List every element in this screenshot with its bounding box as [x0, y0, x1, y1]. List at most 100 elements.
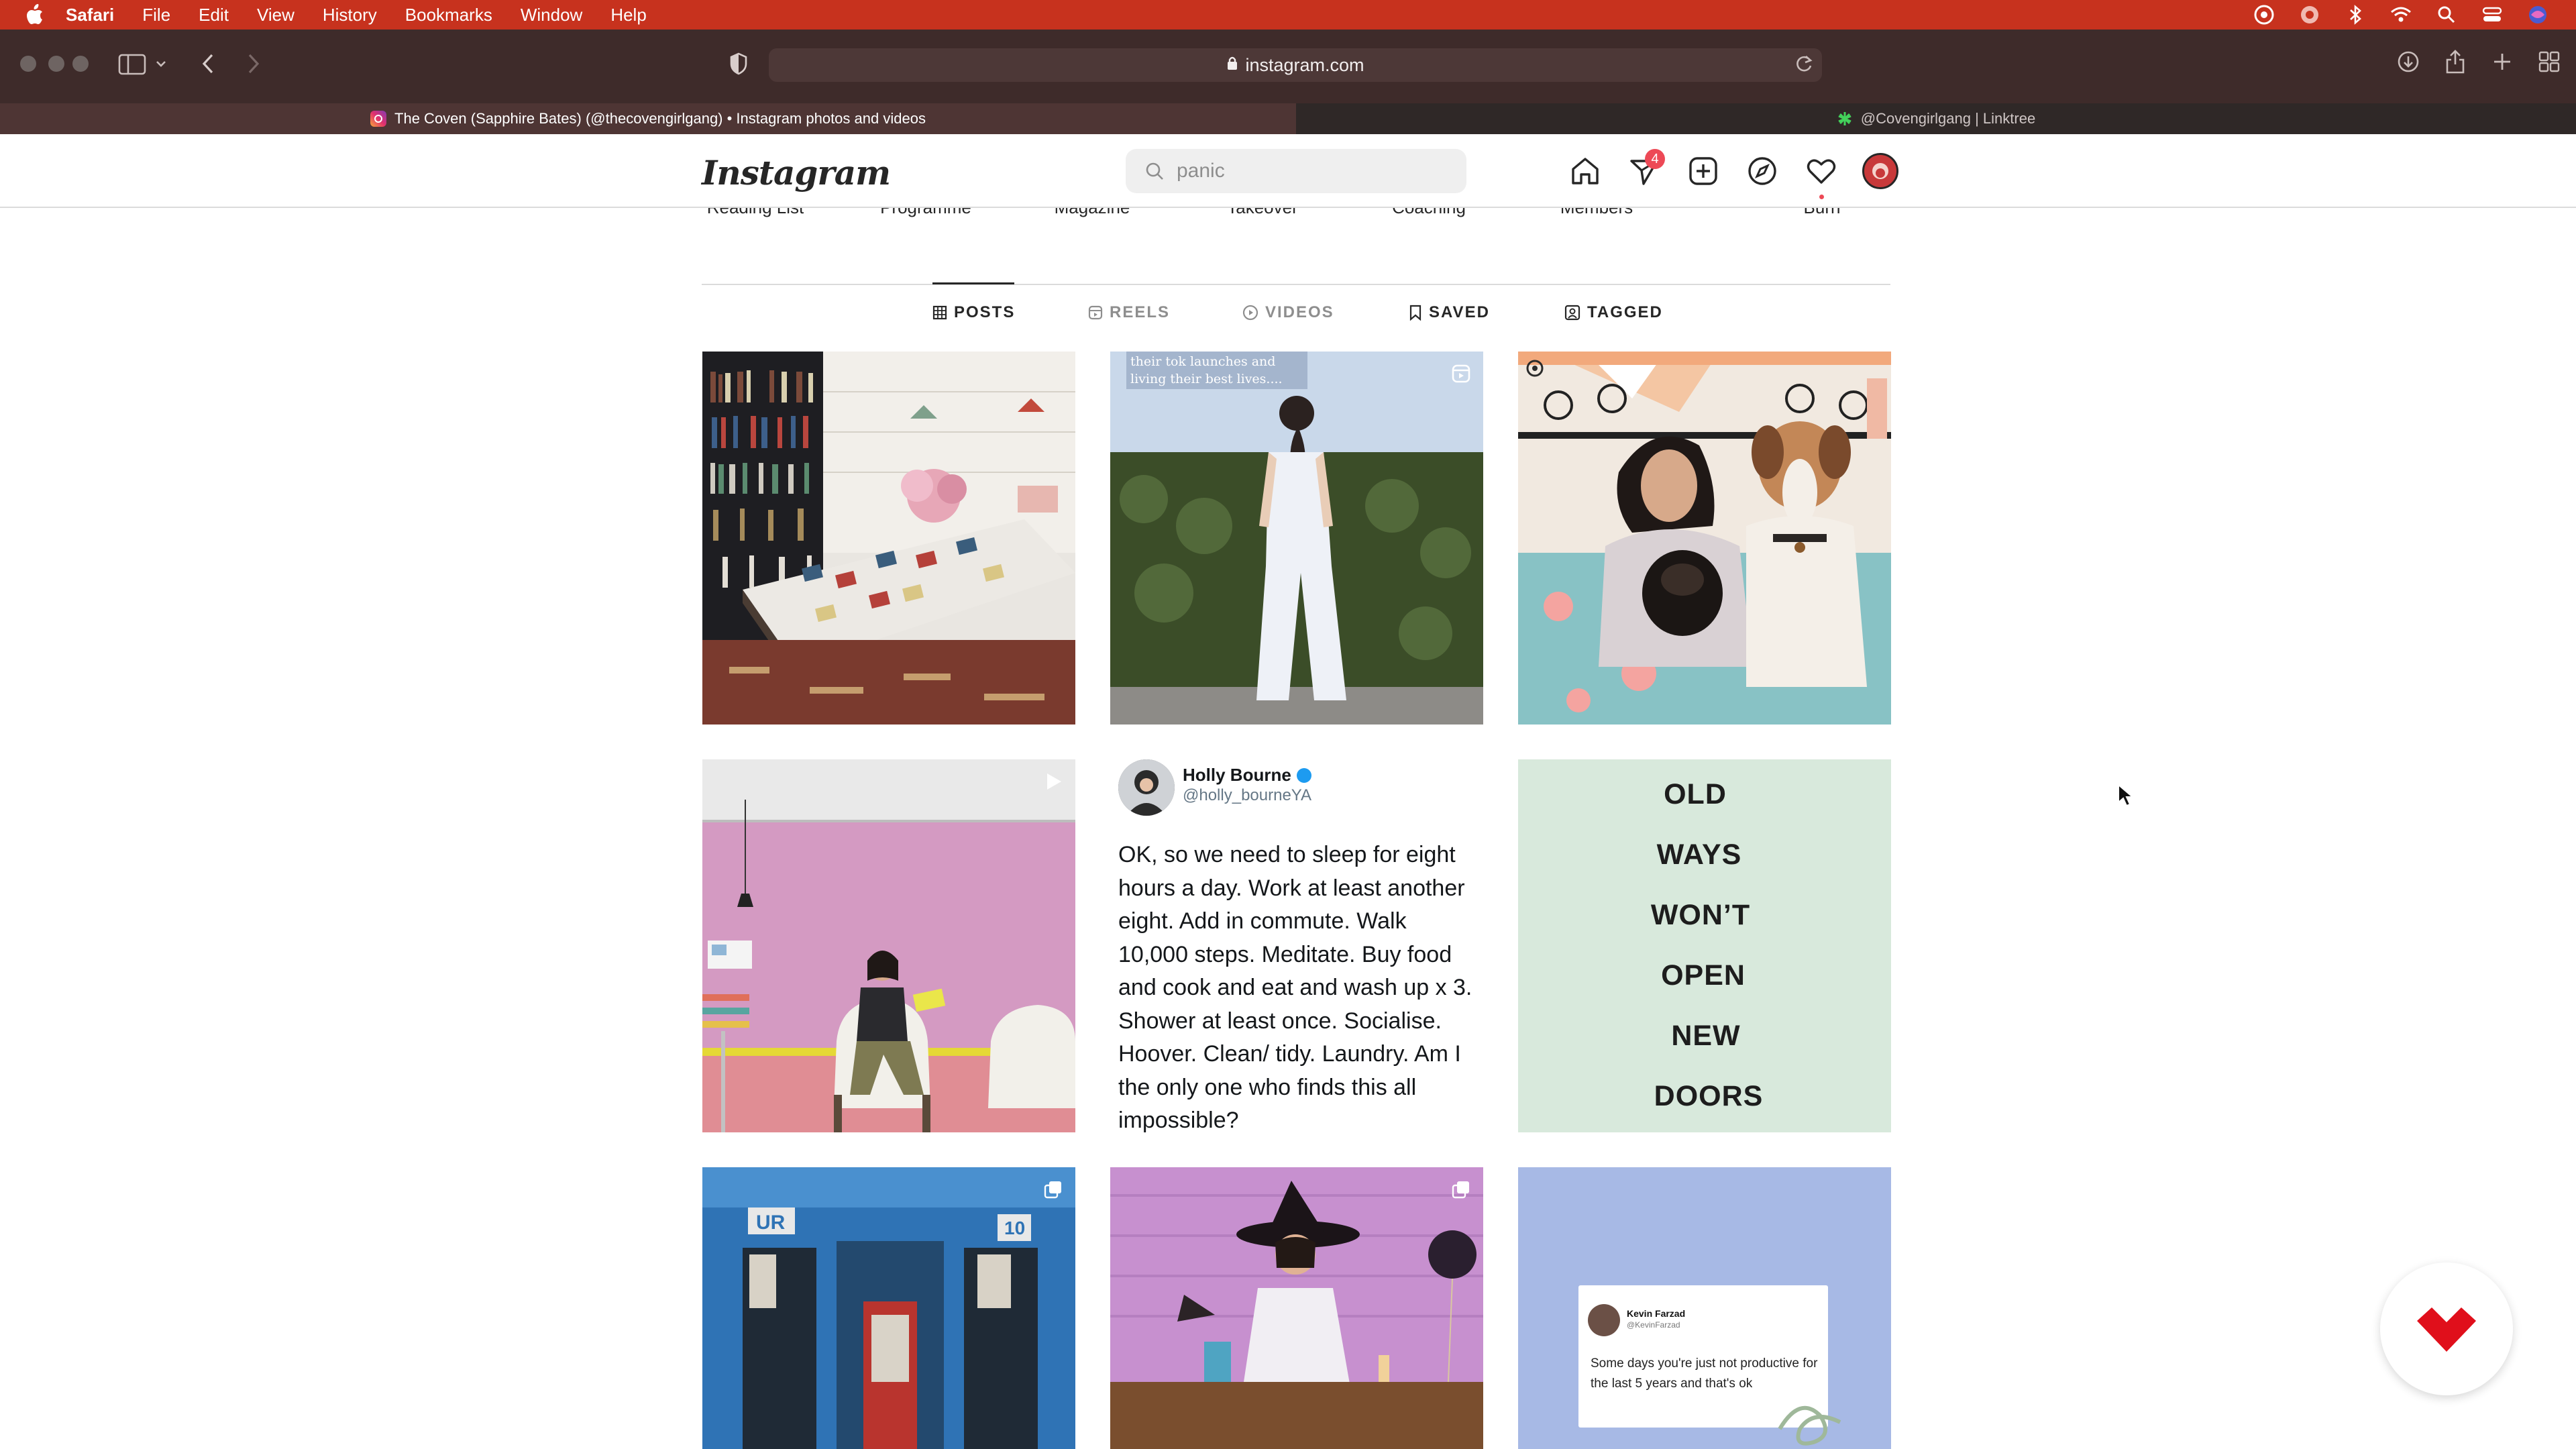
doodle-icon	[1778, 1405, 1841, 1446]
pink-room-photo	[702, 759, 1075, 1132]
forward-icon[interactable]	[244, 51, 263, 80]
post-witch[interactable]	[1110, 1167, 1483, 1449]
new-post-icon[interactable]	[1685, 153, 1721, 189]
reels-icon	[1088, 305, 1103, 320]
tab-reels[interactable]: REELS	[1088, 303, 1170, 322]
mouse-cursor-icon	[2117, 783, 2135, 811]
window-close-button[interactable]	[20, 56, 36, 72]
post-tweet-holly[interactable]: Holly Bourne @holly_bourneYA OK, so we n…	[1110, 759, 1483, 1132]
tab-label: POSTS	[954, 303, 1016, 321]
window-zoom-button[interactable]	[72, 56, 89, 72]
tweet-handle: @KevinFarzad	[1627, 1320, 1680, 1330]
menu-edit[interactable]: Edit	[199, 5, 229, 25]
share-icon[interactable]	[2443, 48, 2467, 75]
wifi-icon[interactable]	[2390, 3, 2412, 26]
post-pink-room[interactable]	[702, 759, 1075, 1132]
tab-posts[interactable]: POSTS	[932, 303, 1015, 322]
instagram-logo[interactable]: Instagram	[702, 153, 891, 193]
post-jumpsuit[interactable]: their tok launches and living their best…	[1110, 352, 1483, 724]
tag-icon	[1564, 305, 1580, 321]
tweet-avatar	[1588, 1304, 1620, 1336]
bluetooth-icon[interactable]	[2344, 3, 2367, 26]
menu-app-name[interactable]: Safari	[66, 5, 114, 25]
tab-title: @Covengirlgang | Linktree	[1860, 110, 2036, 127]
jumpsuit-photo	[1110, 352, 1483, 724]
tweet-text: Some days you're just not productive for…	[1591, 1356, 1818, 1391]
svg-text:UR: UR	[756, 1212, 786, 1234]
quote-word: WON’T	[1650, 899, 1751, 931]
creative-cloud-icon[interactable]	[2253, 3, 2275, 26]
post-quote[interactable]: OLD WAYS WON’T OPEN NEW DOORS	[1518, 759, 1891, 1132]
highlight-label[interactable]: Magazine	[1038, 208, 1146, 218]
tab-bar: The Coven (Sapphire Bates) (@thecovengir…	[0, 103, 2576, 134]
post-tweet-kevin[interactable]: Kevin Farzad @KevinFarzad Some days you'…	[1518, 1167, 1891, 1449]
home-icon[interactable]	[1567, 153, 1603, 189]
profile-tabs: POSTS REELS VIDEOS SAVED TAGGED	[702, 303, 1890, 330]
new-tab-icon[interactable]	[2490, 48, 2514, 75]
post-dogs[interactable]	[1518, 352, 1891, 724]
highlight-label[interactable]: Burn	[1768, 208, 1876, 218]
instagram-icon	[370, 111, 387, 127]
reload-icon[interactable]	[1792, 52, 1815, 78]
notification-badge: 4	[1645, 149, 1665, 169]
avatar	[1862, 153, 1898, 189]
menu-file[interactable]: File	[142, 5, 170, 25]
privacy-shield-icon[interactable]	[729, 51, 749, 80]
spotlight-icon[interactable]	[2435, 3, 2458, 26]
quote-word: NEW	[1671, 1020, 1741, 1052]
window-minimize-button[interactable]	[48, 56, 64, 72]
dogs-photo	[1518, 352, 1891, 724]
menu-window[interactable]: Window	[521, 5, 582, 25]
post-blue-shopfront[interactable]: UR 10	[702, 1167, 1075, 1449]
tweet-author: Kevin Farzad	[1627, 1308, 1686, 1319]
linktree-icon	[1837, 111, 1853, 127]
menu-bookmarks[interactable]: Bookmarks	[405, 5, 492, 25]
video-icon	[1242, 305, 1258, 321]
highlight-label[interactable]: Programme	[872, 208, 979, 218]
explore-icon[interactable]	[1744, 153, 1780, 189]
search-icon	[1144, 161, 1165, 181]
profile-avatar[interactable]	[1862, 153, 1898, 189]
menu-help[interactable]: Help	[610, 5, 646, 25]
quote-word: OPEN	[1661, 959, 1746, 991]
siri-icon[interactable]	[2526, 3, 2549, 26]
tab-videos[interactable]: VIDEOS	[1242, 303, 1334, 322]
tab-label: REELS	[1110, 303, 1171, 321]
tab-overview-icon[interactable]	[2537, 48, 2561, 75]
tab-label: VIDEOS	[1265, 303, 1334, 321]
tab-instagram[interactable]: The Coven (Sapphire Bates) (@thecovengir…	[0, 103, 1296, 134]
highlight-label[interactable]: Takeover	[1209, 208, 1316, 218]
downloads-icon[interactable]	[2396, 48, 2420, 75]
tab-label: SAVED	[1429, 303, 1490, 321]
search-input[interactable]: panic	[1126, 149, 1466, 193]
address-bar[interactable]: instagram.com	[769, 48, 1822, 82]
tweet-text: OK, so we need to sleep for eight hours …	[1118, 842, 1472, 1132]
verified-icon	[1296, 768, 1311, 783]
tabs-divider	[702, 284, 1890, 285]
control-center-icon[interactable]	[2481, 3, 2504, 26]
highlight-label[interactable]: Reading List	[702, 208, 809, 218]
quote-word: WAYS	[1656, 839, 1742, 871]
menu-view[interactable]: View	[257, 5, 294, 25]
direct-messages-icon[interactable]: 4	[1626, 149, 1665, 189]
activity-heart-icon[interactable]	[1803, 153, 1839, 199]
sidebar-toggle-icon[interactable]	[118, 52, 172, 80]
address-url: instagram.com	[1245, 54, 1364, 75]
shopfront-photo: UR 10	[702, 1167, 1075, 1449]
tab-linktree[interactable]: @Covengirlgang | Linktree	[1296, 103, 2576, 134]
video-play-icon	[1043, 771, 1063, 795]
quote-word: OLD	[1664, 778, 1727, 810]
tweet-avatar	[1118, 759, 1175, 816]
vpn-icon[interactable]	[2298, 3, 2321, 26]
menu-history[interactable]: History	[323, 5, 377, 25]
highlight-label[interactable]: Members	[1543, 208, 1650, 218]
tab-saved[interactable]: SAVED	[1409, 303, 1490, 322]
back-icon[interactable]	[199, 51, 217, 80]
post-bookshop[interactable]	[702, 352, 1075, 724]
tab-tagged[interactable]: TAGGED	[1564, 303, 1663, 322]
instagram-nav: 4	[1567, 149, 1898, 199]
floating-app-widget[interactable]	[2380, 1263, 2513, 1395]
apple-menu-icon[interactable]	[23, 3, 46, 26]
carousel-icon	[1451, 1179, 1471, 1203]
highlight-label[interactable]: Coaching	[1375, 208, 1483, 218]
